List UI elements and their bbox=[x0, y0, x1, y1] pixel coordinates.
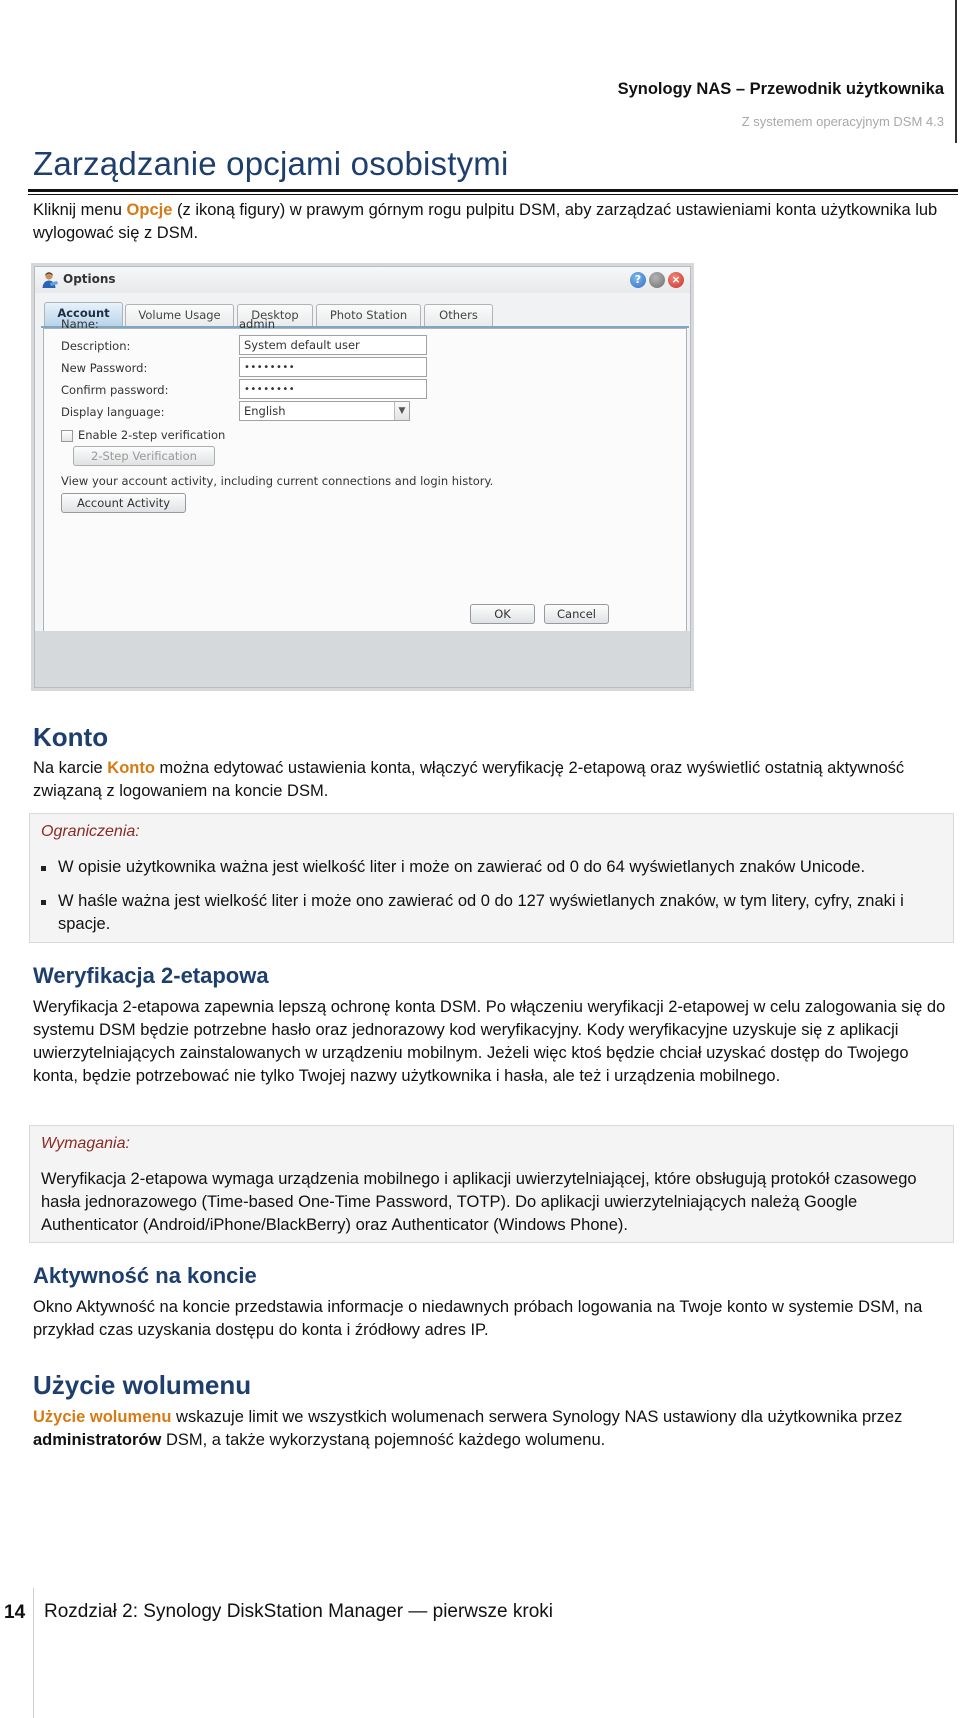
display-language-value: English bbox=[244, 404, 286, 418]
document-subtitle: Z systemem operacyjnym DSM 4.3 bbox=[741, 114, 944, 129]
tab-volume-usage[interactable]: Volume Usage bbox=[125, 304, 234, 326]
footer-divider bbox=[33, 1588, 34, 1718]
tab-others[interactable]: Others bbox=[424, 304, 493, 326]
requirements-title: Wymagania: bbox=[41, 1135, 130, 1152]
dialog-title: Options bbox=[63, 272, 116, 286]
enable-2step-label: Enable 2-step verification bbox=[78, 428, 226, 442]
section-heading-konto: Konto bbox=[33, 722, 109, 752]
bullet-icon bbox=[41, 866, 46, 871]
page-number: 14 bbox=[4, 1602, 26, 1623]
konto-text-after: można edytować ustawienia konta, włączyć… bbox=[33, 759, 905, 800]
limitations-note: Ograniczenia: W opisie użytkownika ważna… bbox=[29, 813, 954, 943]
requirements-text: Weryfikacja 2-etapowa wymaga urządzenia … bbox=[41, 1170, 917, 1234]
chevron-down-icon[interactable]: ▼ bbox=[394, 402, 409, 420]
options-dialog: Options ? × Account Volume Usage Desktop… bbox=[34, 266, 691, 688]
name-value: admin bbox=[239, 317, 276, 331]
page-title: Zarządzanie opcjami osobistymi bbox=[33, 145, 509, 182]
close-icon[interactable]: × bbox=[668, 272, 684, 288]
bullet-icon bbox=[41, 900, 46, 905]
konto-text-before: Na karcie bbox=[33, 759, 108, 777]
volume-paragraph: Użycie wolumenu wskazuje limit we wszyst… bbox=[33, 1406, 953, 1452]
volume-bold: administratorów bbox=[33, 1431, 162, 1449]
name-label: Name: bbox=[61, 317, 99, 331]
limitation-item: W opisie użytkownika ważna jest wielkość… bbox=[58, 858, 866, 876]
display-language-label: Display language: bbox=[61, 405, 165, 419]
account-activity-button[interactable]: Account Activity bbox=[61, 493, 186, 513]
new-password-label: New Password: bbox=[61, 361, 148, 375]
requirements-note: Wymagania: Weryfikacja 2-etapowa wymaga … bbox=[29, 1125, 954, 1243]
two-step-paragraph: Weryfikacja 2-etapowa zapewnia lepszą oc… bbox=[33, 998, 946, 1085]
confirm-password-input[interactable]: •••••••• bbox=[239, 379, 427, 399]
limitation-item: W haśle ważna jest wielkość liter i może… bbox=[58, 892, 904, 933]
konto-paragraph: Na karcie Konto można edytować ustawieni… bbox=[33, 757, 953, 803]
tab-photo-station[interactable]: Photo Station bbox=[316, 304, 421, 326]
title-rule bbox=[28, 189, 958, 192]
section-heading-volume: Użycie wolumenu bbox=[33, 1370, 252, 1400]
dialog-titlebar[interactable]: Options ? × bbox=[35, 267, 690, 293]
volume-text-middle: wskazuje limit we wszystkich wolumenach … bbox=[171, 1408, 903, 1426]
enable-2step-checkbox[interactable] bbox=[61, 430, 73, 442]
intro-highlight: Opcje bbox=[126, 201, 173, 219]
cancel-button[interactable]: Cancel bbox=[544, 604, 609, 624]
help-icon[interactable]: ? bbox=[630, 272, 646, 288]
account-activity-description: View your account activity, including cu… bbox=[61, 474, 494, 488]
user-icon bbox=[42, 272, 58, 288]
limitations-title: Ograniczenia: bbox=[41, 823, 140, 840]
ok-button[interactable]: OK bbox=[470, 604, 535, 624]
options-dialog-screenshot: Options ? × Account Volume Usage Desktop… bbox=[31, 263, 694, 691]
header-divider bbox=[955, 0, 957, 143]
title-rule-thin bbox=[28, 194, 958, 195]
section-heading-two-step: Weryfikacja 2-etapowa bbox=[33, 963, 269, 988]
confirm-password-label: Confirm password: bbox=[61, 383, 169, 397]
konto-highlight: Konto bbox=[107, 759, 155, 777]
dialog-footer bbox=[35, 631, 690, 687]
display-language-select[interactable]: English ▼ bbox=[239, 401, 410, 421]
new-password-input[interactable]: •••••••• bbox=[239, 357, 427, 377]
chapter-title: Rozdział 2: Synology DiskStation Manager… bbox=[44, 1601, 553, 1622]
section-heading-activity: Aktywność na koncie bbox=[33, 1263, 257, 1288]
volume-text-after: DSM, a także wykorzystaną pojemność każd… bbox=[161, 1431, 606, 1449]
two-step-verification-button[interactable]: 2-Step Verification bbox=[73, 446, 215, 466]
minimize-icon[interactable] bbox=[649, 272, 665, 288]
description-label: Description: bbox=[61, 339, 131, 353]
document-title: Synology NAS – Przewodnik użytkownika bbox=[617, 80, 944, 98]
intro-paragraph: Kliknij menu Opcje (z ikoną figury) w pr… bbox=[33, 199, 953, 245]
intro-text-before: Kliknij menu bbox=[33, 201, 127, 219]
description-input[interactable]: System default user bbox=[239, 335, 427, 355]
volume-highlight: Użycie wolumenu bbox=[33, 1408, 172, 1426]
activity-paragraph: Okno Aktywność na koncie przedstawia inf… bbox=[33, 1298, 923, 1339]
